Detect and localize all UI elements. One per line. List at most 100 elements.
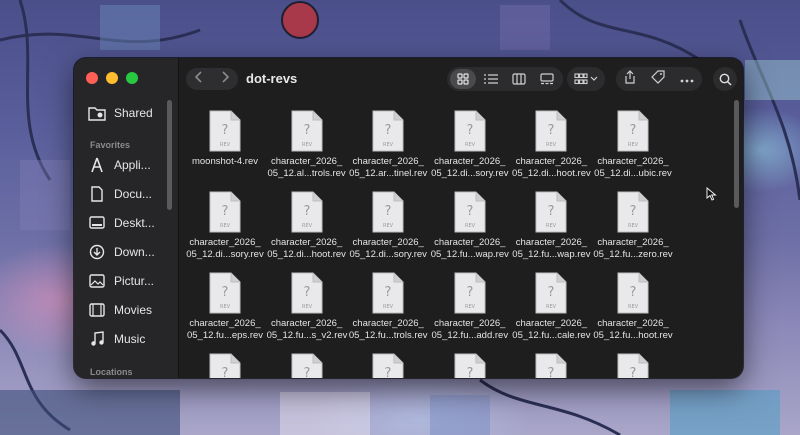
rev-file-icon: ?REV	[209, 272, 241, 314]
rev-file-icon: ?REV	[291, 110, 323, 152]
file-item[interactable]: ? REV character_2026_ 05_12.di...hoot.rev	[267, 191, 347, 261]
file-item[interactable]: ?REV	[430, 353, 510, 378]
file-item[interactable]: ? REV character_2026_ 05_12.fu...trols.rev	[348, 272, 428, 342]
sidebar-section-favorites: Favorites	[90, 140, 131, 150]
search-button[interactable]	[713, 67, 737, 91]
file-icon-ext: REV	[628, 304, 639, 310]
sidebar-item-desktop[interactable]: Deskt...	[88, 213, 174, 233]
file-name-line2: 05_12.fu...cale.rev	[512, 330, 591, 341]
file-item[interactable]: ? REV character_2026_ 05_12.fu...wap.rev	[430, 191, 510, 261]
sidebar: Shared Favorites Appli... Docu... Deskt.…	[74, 58, 179, 378]
rev-file-icon: ?REV	[372, 353, 404, 378]
list-view-button[interactable]	[478, 69, 504, 89]
gallery-view-button[interactable]	[534, 69, 560, 89]
zoom-button[interactable]	[126, 72, 138, 84]
file-icon-ext: REV	[465, 223, 476, 229]
file-name-line2: 05_12.fu...add.rev	[431, 330, 509, 341]
content-scrollbar[interactable]	[734, 100, 739, 208]
file-item[interactable]: ?REV	[511, 353, 591, 378]
more-actions-icon[interactable]	[680, 70, 694, 88]
file-icon-ext: REV	[220, 223, 231, 229]
sidebar-scrollbar[interactable]	[167, 100, 172, 210]
file-item[interactable]: ? REV character_2026_ 05_12.fu...s_v2.rev	[267, 272, 347, 342]
chevron-down-icon	[590, 76, 598, 81]
file-item[interactable]: ? REV character_2026_ 05_12.di...sory.rev	[185, 191, 265, 261]
sidebar-item-documents[interactable]: Docu...	[88, 184, 174, 204]
file-icon-mark: ?	[303, 366, 310, 378]
gallery-icon	[540, 73, 554, 85]
file-icon-mark: ?	[222, 204, 229, 219]
file-item[interactable]: ? REV character_2026_ 05_12.di...sory.rev	[348, 191, 428, 261]
file-name-line2: 05_12.fu...s_v2.rev	[266, 330, 348, 341]
file-item[interactable]: ? REV character_2026_ 05_12.ar...tinel.rev	[348, 110, 428, 180]
file-icon-mark: ?	[630, 285, 637, 300]
back-chevron-icon[interactable]	[194, 70, 204, 88]
column-view-button[interactable]	[506, 69, 532, 89]
file-item[interactable]: ? REV character_2026_ 05_12.fu...wap.rev	[511, 191, 591, 261]
sidebar-item-pictures[interactable]: Pictur...	[88, 271, 174, 291]
file-item[interactable]: ?REV	[267, 353, 347, 378]
forward-chevron-icon[interactable]	[220, 70, 230, 88]
rev-file-icon: ?REV	[209, 353, 241, 378]
file-item[interactable]: ? REV character_2026_ 05_12.fu...zero.rev	[593, 191, 673, 261]
finder-window: Shared Favorites Appli... Docu... Deskt.…	[74, 58, 743, 378]
minimize-button[interactable]	[106, 72, 118, 84]
rev-file-icon: ?REV	[372, 191, 404, 233]
tag-icon[interactable]	[651, 69, 665, 89]
file-icon-mark: ?	[548, 204, 555, 219]
sidebar-item-label: Movies	[114, 303, 153, 317]
file-item[interactable]: ? REV character_2026_ 05_12.al...trols.rev	[267, 110, 347, 180]
file-icon-ext: REV	[302, 304, 313, 310]
file-icon-mark: ?	[303, 285, 310, 300]
file-item[interactable]: ? REV character_2026_ 05_12.di...ubic.rev	[593, 110, 673, 180]
document-icon	[88, 185, 106, 203]
file-item[interactable]: ? REV character_2026_ 05_12.di...hoot.rev	[511, 110, 591, 180]
file-icon-mark: ?	[548, 285, 555, 300]
file-name-line2: 05_12.fu...wap.rev	[430, 249, 509, 260]
file-icon-mark: ?	[466, 366, 473, 378]
rev-file-icon: ?REV	[617, 191, 649, 233]
file-item[interactable]: ?REV	[593, 353, 673, 378]
close-button[interactable]	[86, 72, 98, 84]
file-name-line1: character_2026_	[597, 156, 669, 167]
file-icon-ext: REV	[546, 304, 557, 310]
sidebar-item-applications[interactable]: Appli...	[88, 155, 174, 175]
file-name-line1: character_2026_	[515, 156, 588, 167]
rev-file-icon: ? REV	[617, 272, 649, 314]
sidebar-item-shared[interactable]: Shared	[88, 103, 174, 123]
sidebar-item-label: Down...	[114, 245, 155, 259]
sidebar-item-music[interactable]: Music	[88, 329, 174, 349]
file-icon-mark: ?	[385, 285, 392, 300]
file-item[interactable]: ? REV character_2026_ 05_12.di...sory.rev	[430, 110, 510, 180]
file-icon-ext: REV	[383, 142, 394, 148]
search-icon	[719, 73, 732, 86]
file-icon-ext: REV	[628, 142, 639, 148]
rev-file-icon: ? REV	[535, 272, 567, 314]
file-item[interactable]: ? REV character_2026_ 05_12.fu...eps.rev	[185, 272, 265, 342]
sidebar-item-movies[interactable]: Movies	[88, 300, 174, 320]
file-item[interactable]: ? REV character_2026_ 05_12.fu...hoot.rev	[593, 272, 673, 342]
sidebar-item-downloads[interactable]: Down...	[88, 242, 174, 262]
file-item[interactable]: ? REV character_2026_ 05_12.fu...cale.rev	[511, 272, 591, 342]
file-name-line2: 05_12.fu...wap.rev	[512, 249, 591, 260]
file-icon-mark: ?	[222, 366, 229, 378]
share-icon[interactable]	[624, 69, 636, 89]
rev-file-icon: ?REV	[454, 110, 486, 152]
file-item[interactable]: ?REV	[348, 353, 428, 378]
sidebar-item-label: Docu...	[114, 187, 153, 201]
file-item[interactable]: ? REV character_2026_ 05_12.fu...add.rev	[430, 272, 510, 342]
rev-file-icon: ?REV	[372, 272, 404, 314]
group-by-button[interactable]	[567, 67, 605, 91]
sidebar-item-label: Deskt...	[114, 216, 155, 230]
file-name-line2: 05_12.fu...hoot.rev	[593, 330, 673, 341]
group-grid-icon	[574, 73, 588, 85]
file-name-line1: character_2026_	[597, 237, 669, 248]
file-icon-mark: ?	[385, 366, 392, 378]
file-item[interactable]: ? REV moonshot-4.rev	[185, 110, 265, 168]
rev-file-icon: ?REV	[291, 191, 323, 233]
icon-view-button[interactable]	[450, 69, 476, 89]
file-item[interactable]: ?REV	[185, 353, 265, 378]
list-icon	[484, 74, 498, 84]
file-name-line2: 05_12.di...sory.rev	[186, 249, 264, 260]
navigation-buttons	[186, 68, 238, 90]
